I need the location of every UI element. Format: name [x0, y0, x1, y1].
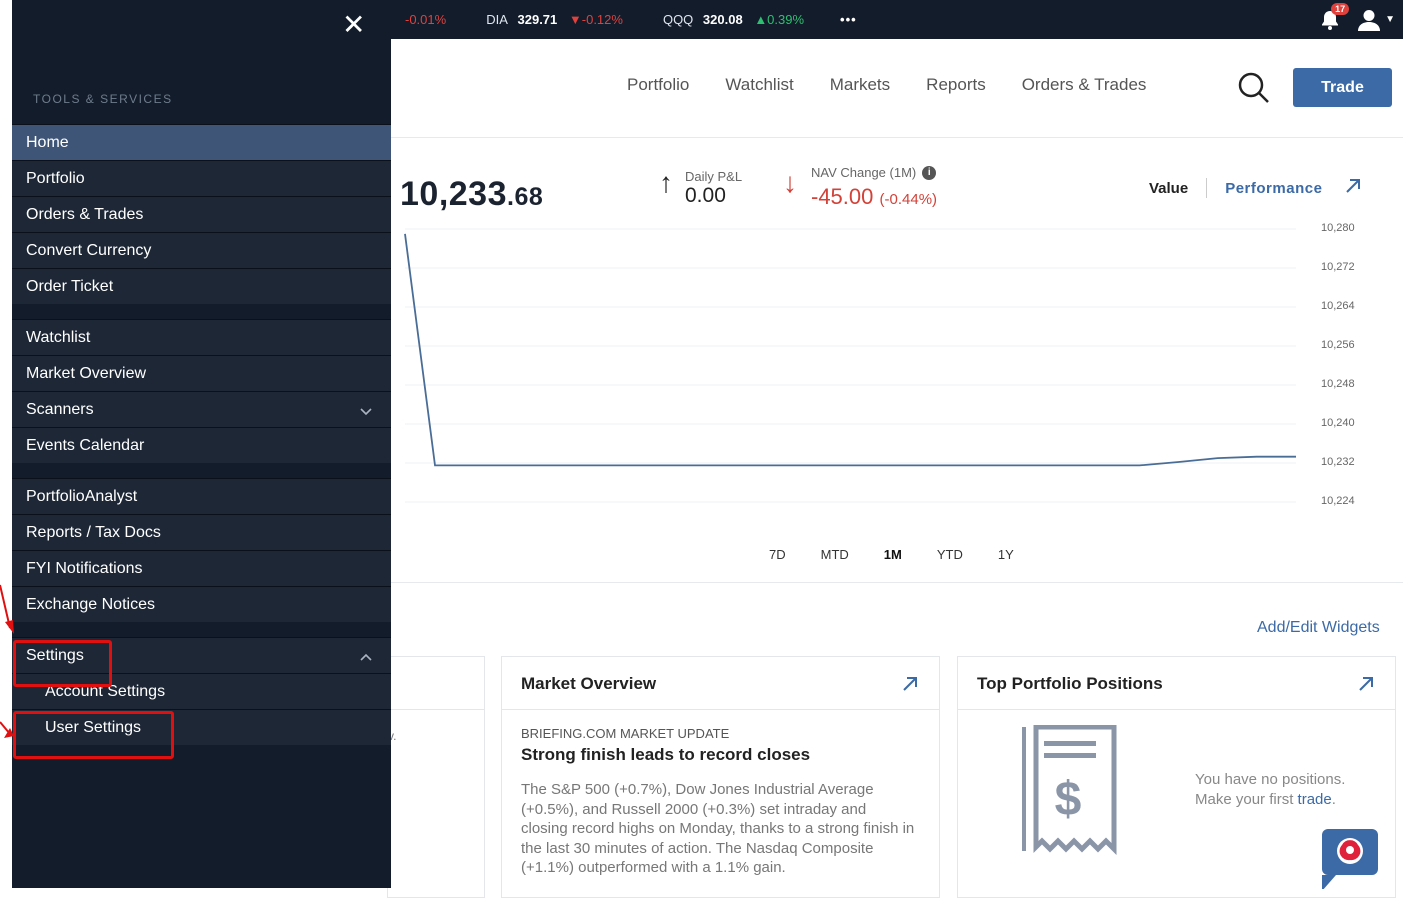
menu-item-order-ticket[interactable]: Order Ticket: [12, 268, 391, 304]
notifications-bell-icon[interactable]: 17: [1319, 2, 1350, 31]
ticker-item-0[interactable]: -0.01%: [405, 12, 446, 27]
menu-item-market-overview[interactable]: Market Overview: [12, 355, 391, 391]
add-edit-widgets-link[interactable]: Add/Edit Widgets: [1257, 619, 1380, 637]
y-tick-label: 10,272: [1321, 261, 1355, 273]
y-tick-label: 10,256: [1321, 339, 1355, 351]
svg-text:$: $: [1055, 773, 1082, 826]
nav-link-reports[interactable]: Reports: [926, 75, 986, 95]
range-1y[interactable]: 1Y: [998, 547, 1014, 562]
y-tick-label: 10,224: [1321, 495, 1355, 507]
menu-item-portfolioanalyst[interactable]: PortfolioAnalyst: [12, 478, 391, 514]
main-content: Portfolio Watchlist Markets Reports Orde…: [387, 39, 1403, 898]
range-7d[interactable]: 7D: [769, 547, 786, 562]
section-label: TOOLS & SERVICES: [33, 92, 173, 106]
ticker-symbol: QQQ: [662, 12, 694, 27]
portfolio-value-chart: [404, 228, 1296, 503]
top-navigation: Portfolio Watchlist Markets Reports Orde…: [391, 39, 1403, 138]
close-icon[interactable]: ✕: [342, 11, 365, 39]
menu-item-portfolio[interactable]: Portfolio: [12, 160, 391, 196]
menu-item-exchange-notices[interactable]: Exchange Notices: [12, 586, 391, 622]
range-ytd[interactable]: YTD: [937, 547, 963, 562]
y-tick-label: 10,248: [1321, 378, 1355, 390]
ticker-price: 320.08: [702, 12, 743, 27]
top-positions-title: Top Portfolio Positions: [977, 674, 1163, 693]
expand-arrow-icon[interactable]: [901, 675, 919, 698]
chevron-down-icon: [359, 403, 373, 421]
no-positions-line1: You have no positions.: [1195, 771, 1346, 788]
menu-item-reports-tax-docs[interactable]: Reports / Tax Docs: [12, 514, 391, 550]
chevron-down-icon: ▼: [1385, 14, 1395, 25]
ticker-change: ▼-0.12%: [568, 12, 623, 27]
nav-link-watchlist[interactable]: Watchlist: [725, 75, 793, 95]
annotation-arrows: [0, 584, 14, 738]
y-tick-label: 10,232: [1321, 456, 1355, 468]
range-1m[interactable]: 1M: [884, 547, 902, 562]
menu-item-watchlist[interactable]: Watchlist: [12, 319, 391, 355]
range-selector: 7D MTD 1M YTD 1Y: [769, 547, 1014, 562]
portfolio-summary: 10,233.68 ↑ Daily P&L 0.00 ↓ NAV Change …: [391, 137, 1403, 583]
news-source: BRIEFING.COM MARKET UPDATE: [521, 726, 730, 741]
chat-button[interactable]: [1322, 829, 1378, 889]
ticker-more-button[interactable]: •••: [840, 12, 857, 27]
receipt-icon: $: [1018, 724, 1118, 860]
menu-item-fyi-notifications[interactable]: FYI Notifications: [12, 550, 391, 586]
nav-link-portfolio[interactable]: Portfolio: [627, 75, 689, 95]
search-icon[interactable]: [1237, 71, 1271, 110]
ticker-item-dia[interactable]: DIA 329.71 ▼-0.12%: [486, 12, 623, 27]
market-overview-title: Market Overview: [521, 674, 657, 693]
ticker-change: ▲0.39%: [754, 12, 805, 27]
menu-item-orders-trades[interactable]: Orders & Trades: [12, 196, 391, 232]
no-positions-line2: Make your first: [1195, 791, 1294, 808]
ticker-item-qqq[interactable]: QQQ 320.08 ▲0.39%: [663, 12, 804, 27]
no-positions-end: .: [1331, 791, 1336, 808]
range-mtd[interactable]: MTD: [821, 547, 849, 562]
series-line: [404, 233, 1296, 467]
no-positions-message: You have no positions. Make your first t…: [1195, 770, 1345, 810]
y-tick-label: 10,280: [1321, 222, 1355, 234]
market-overview-card: Market Overview BRIEFING.COM MARKET UPDA…: [501, 656, 940, 898]
ticker-strip: -0.01% DIA 329.71 ▼-0.12% QQQ 320.08 ▲0.…: [405, 0, 857, 39]
trade-button[interactable]: Trade: [1293, 68, 1392, 107]
menu-item-convert-currency[interactable]: Convert Currency: [12, 232, 391, 268]
ticker-change: -0.01%: [405, 12, 447, 27]
user-menu-button[interactable]: ▼: [1357, 9, 1395, 31]
chevron-up-icon: [359, 649, 373, 667]
y-tick-label: 10,264: [1321, 300, 1355, 312]
news-headline[interactable]: Strong finish leads to record closes: [521, 745, 810, 765]
menu-item-events-calendar[interactable]: Events Calendar: [12, 427, 391, 463]
partial-widget-card: v.: [387, 656, 485, 898]
news-body: The S&P 500 (+0.7%), Dow Jones Industria…: [521, 781, 915, 876]
first-trade-link[interactable]: trade: [1298, 791, 1332, 808]
ticker-price: 329.71: [517, 12, 558, 27]
menu-item-home[interactable]: Home: [12, 124, 391, 160]
nav-link-markets[interactable]: Markets: [830, 75, 890, 95]
ticker-symbol: DIA: [486, 12, 508, 27]
nav-link-orders-trades[interactable]: Orders & Trades: [1022, 75, 1147, 95]
y-tick-label: 10,240: [1321, 417, 1355, 429]
menu-item-scanners[interactable]: Scanners: [12, 391, 391, 427]
expand-arrow-icon[interactable]: [1357, 675, 1375, 698]
notifications-badge: 17: [1331, 2, 1350, 15]
user-icon: [1358, 9, 1381, 31]
